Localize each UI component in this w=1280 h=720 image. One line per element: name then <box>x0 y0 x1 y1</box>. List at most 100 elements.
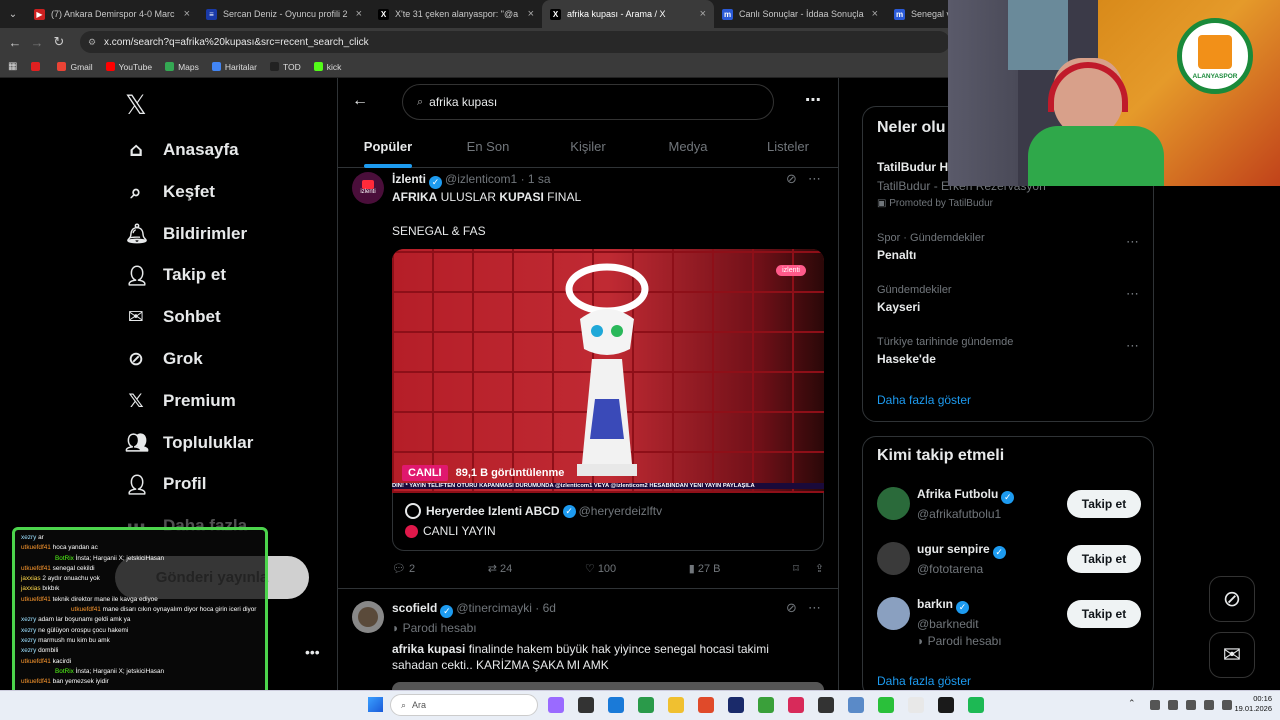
promo-name[interactable]: TatilBudur H <box>877 160 948 174</box>
taskbar-app-icon[interactable] <box>638 697 654 713</box>
back-arrow-icon[interactable]: ← <box>352 92 368 110</box>
follow-button[interactable]: Takip et <box>1067 545 1141 573</box>
browser-tab[interactable]: X X'te 31 çeken alanyaspor: "@a × <box>370 0 542 28</box>
tab-2[interactable]: Kişiler <box>538 128 638 167</box>
trend-item[interactable]: Spor · Gündemdekiler Penaltı <box>877 232 985 262</box>
tweet-more-icon[interactable]: ⋯ <box>808 600 821 616</box>
tweet-media-preview[interactable] <box>392 682 824 690</box>
taskbar-search[interactable]: ⌕ Ara <box>390 694 538 716</box>
taskbar-app-icon[interactable] <box>608 697 624 713</box>
reload-button[interactable]: ↻ <box>48 34 70 50</box>
suggested-account[interactable]: ugur senpire ✓ @fototarena <box>917 542 1009 576</box>
site-info-icon[interactable]: ⚙ <box>88 37 96 48</box>
tab-close-icon[interactable]: × <box>872 8 878 20</box>
trend-more-icon[interactable]: ⋯ <box>1126 286 1139 302</box>
repost-button[interactable]: ⇄ 24 <box>488 562 513 575</box>
nav-item-follow[interactable]: 👤︎ Takip et <box>125 260 226 290</box>
taskbar-app-icon[interactable] <box>878 697 894 713</box>
tab-close-icon[interactable]: × <box>528 8 534 20</box>
tab-1[interactable]: En Son <box>438 128 538 167</box>
trend-item[interactable]: Gündemdekiler Kayseri <box>877 284 952 314</box>
taskbar-app-icon[interactable] <box>938 697 954 713</box>
tab-search-button[interactable]: ⌄ <box>0 9 26 20</box>
bookmark-item[interactable]: TOD <box>269 62 301 72</box>
author-handle[interactable]: @izlenticom1 <box>445 172 517 186</box>
share-icon[interactable]: ⇪ <box>815 563 824 575</box>
bookmark-item[interactable]: Gmail <box>57 62 93 72</box>
avatar[interactable] <box>352 601 384 633</box>
reply-button[interactable]: 💬︎ 2 <box>392 562 415 575</box>
trend-more-icon[interactable]: ⋯ <box>1126 338 1139 354</box>
tab-0[interactable]: Popüler <box>338 128 438 167</box>
tray-icon[interactable] <box>1186 700 1196 710</box>
nav-item-person[interactable]: 👤︎ Profil <box>125 469 206 499</box>
show-more-link[interactable]: Daha fazla göster <box>877 393 971 407</box>
x-logo-icon[interactable]: 𝕏 <box>125 90 147 121</box>
author-name[interactable]: İzlenti <box>392 172 426 186</box>
bookmark-item[interactable]: YouTube <box>105 62 152 72</box>
forward-button[interactable]: → <box>26 35 48 50</box>
tray-icon[interactable] <box>1168 700 1178 710</box>
taskbar-app-icon[interactable] <box>788 697 804 713</box>
profile-menu-dots[interactable]: ••• <box>305 644 320 660</box>
taskbar-app-icon[interactable] <box>908 697 924 713</box>
browser-tab[interactable]: Xafrika kupası - Arama / X × <box>542 0 714 28</box>
messages-fab-button[interactable]: ✉ <box>1209 632 1255 678</box>
bookmark-item[interactable] <box>31 62 44 71</box>
tray-icon[interactable] <box>1150 700 1160 710</box>
nav-item-bell[interactable]: 🔔︎ Bildirimler <box>125 219 247 249</box>
nav-item-x[interactable]: 𝕏 Premium <box>125 386 235 416</box>
bookmark-item[interactable]: Maps <box>165 62 199 72</box>
quoted-tweet[interactable]: Heryerdee Izlenti ABCD ✓ @heryerdeizlftv C… <box>392 493 824 551</box>
tweet-time[interactable]: · 1 sa <box>521 172 551 186</box>
url-field[interactable]: ⚙ x.com/search?q=afrika%20kupası&src=rece… <box>80 31 950 53</box>
start-button-icon[interactable] <box>368 697 383 712</box>
taskbar-app-icon[interactable] <box>698 697 714 713</box>
author-handle[interactable]: @tinercimayki <box>456 601 532 615</box>
video-player[interactable]: izlenti CANLI 89,1 B görüntülenme DIN! *… <box>392 249 824 493</box>
tray-icon[interactable] <box>1204 700 1214 710</box>
bookmark-item[interactable]: kick <box>313 62 341 72</box>
grok-icon[interactable]: ⊘ <box>786 171 797 187</box>
taskbar-app-icon[interactable] <box>548 697 564 713</box>
tweet-time[interactable]: · 6d <box>535 601 556 615</box>
views-button[interactable]: ▮ 27 B <box>689 562 721 575</box>
grok-fab-button[interactable]: ⊘ <box>1209 576 1255 622</box>
tray-chevron-icon[interactable]: ⌃ <box>1128 698 1136 709</box>
tab-close-icon[interactable]: × <box>700 8 706 20</box>
apps-icon[interactable]: ▦ <box>8 61 17 72</box>
taskbar-app-icon[interactable] <box>758 697 774 713</box>
back-button[interactable]: ← <box>4 35 26 50</box>
search-input[interactable]: ⌕ afrika kupası <box>402 84 774 120</box>
browser-tab[interactable]: ▶ (7) Ankara Demirspor 4-0 Marc × <box>26 0 198 28</box>
taskbar-clock[interactable]: 00:16 19.01.2026 <box>1226 694 1272 714</box>
more-options-icon[interactable]: ⋯ <box>805 90 821 110</box>
tweet-more-icon[interactable]: ⋯ <box>808 171 821 187</box>
taskbar-app-icon[interactable] <box>848 697 864 713</box>
taskbar-app-icon[interactable] <box>578 697 594 713</box>
follow-button[interactable]: Takip et <box>1067 490 1141 518</box>
taskbar-app-icon[interactable] <box>668 697 684 713</box>
author-name[interactable]: scofield <box>392 601 437 615</box>
nav-item-communities[interactable]: 👥︎ Topluluklar <box>125 428 253 458</box>
tab-4[interactable]: Listeler <box>738 128 838 167</box>
avatar[interactable] <box>877 597 910 630</box>
suggested-account[interactable]: barkın ✓ @barknedit ◗ Parodi hesabı <box>917 597 1002 648</box>
trend-more-icon[interactable]: ⋯ <box>1126 234 1139 250</box>
avatar[interactable] <box>877 542 910 575</box>
browser-tab[interactable]: m Canlı Sonuçlar - İddaa Sonuçla × <box>714 0 886 28</box>
nav-item-grok[interactable]: ⊘ Grok <box>125 344 203 374</box>
nav-item-search[interactable]: ⌕ Keşfet <box>125 177 215 207</box>
tab-close-icon[interactable]: × <box>356 8 362 20</box>
nav-item-mail[interactable]: ✉ Sohbet <box>125 302 221 332</box>
follow-button[interactable]: Takip et <box>1067 600 1141 628</box>
taskbar-app-icon[interactable] <box>968 697 984 713</box>
taskbar-app-icon[interactable] <box>728 697 744 713</box>
trend-item[interactable]: Türkiye tarihinde gündemde Haseke'de <box>877 336 1013 366</box>
avatar[interactable]: izlenti <box>352 172 384 204</box>
tab-3[interactable]: Medya <box>638 128 738 167</box>
avatar[interactable] <box>877 487 910 520</box>
bookmark-item[interactable]: Haritalar <box>211 62 257 72</box>
suggested-account[interactable]: Afrika Futbolu ✓ @afrikafutbolu1 <box>917 487 1017 521</box>
browser-tab[interactable]: ≡ Sercan Deniz - Oyuncu profili 2 × <box>198 0 370 28</box>
